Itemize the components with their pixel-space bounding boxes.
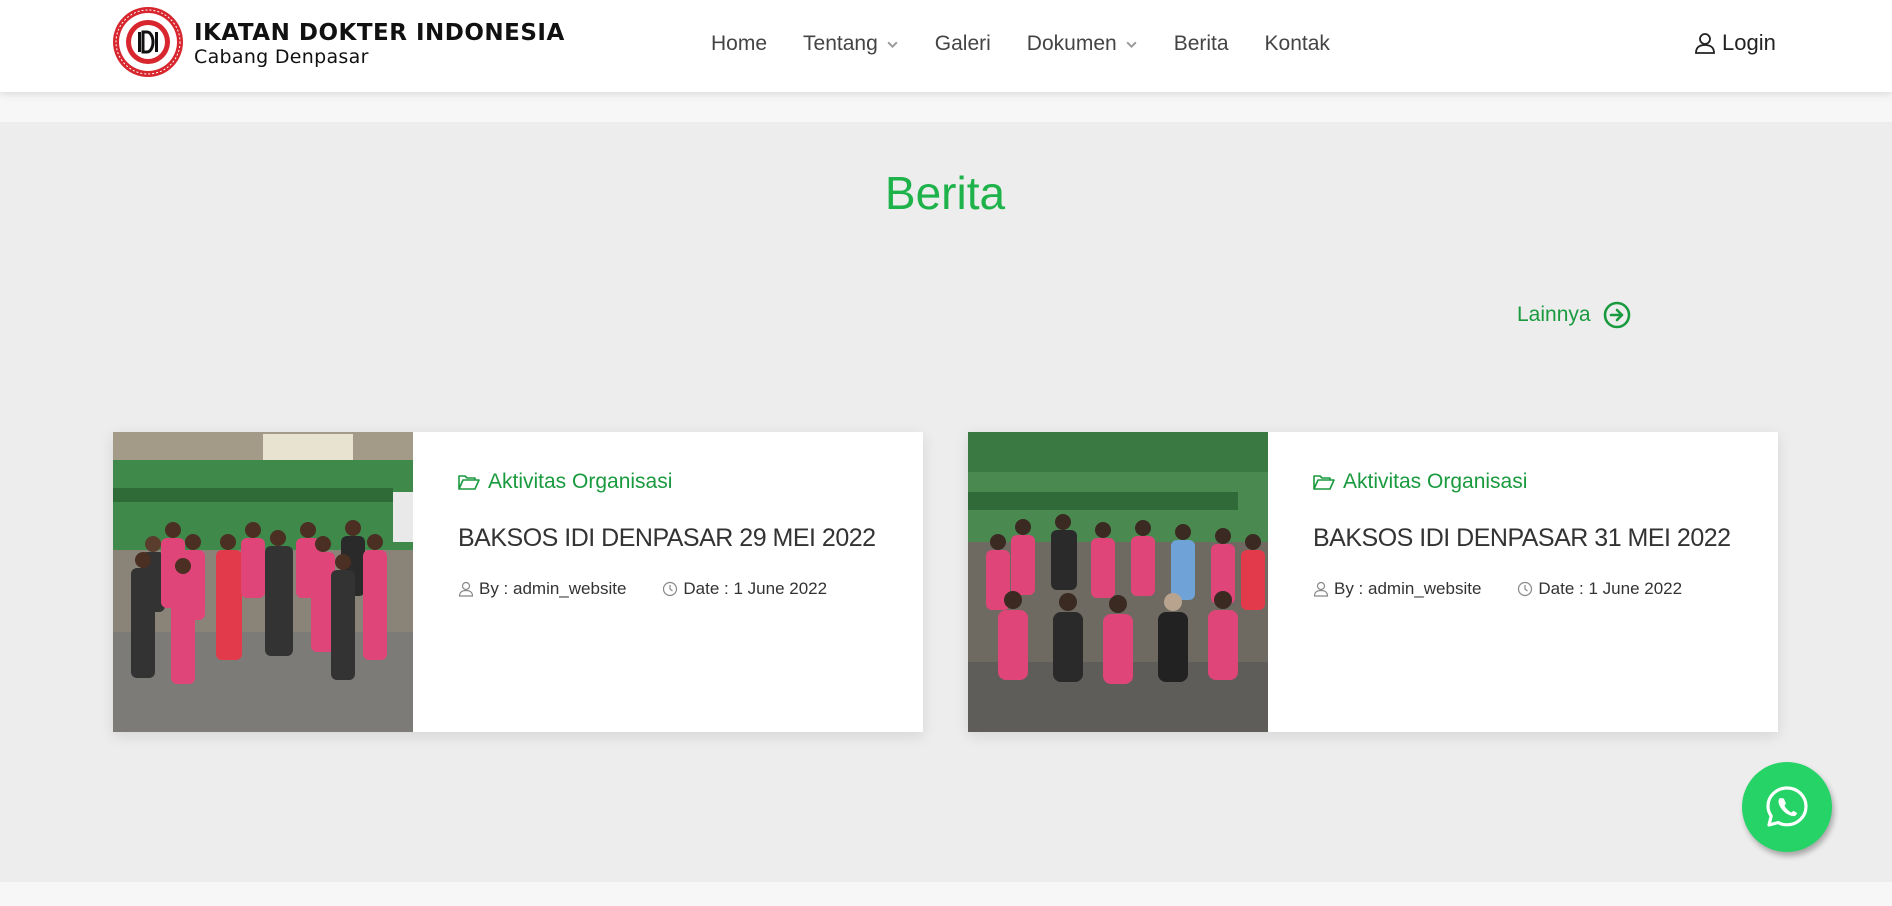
news-thumbnail-image[interactable] — [113, 432, 413, 732]
chevron-down-icon — [887, 41, 898, 48]
login-label: Login — [1722, 30, 1776, 55]
main-nav: Home Tentang Galeri Dokumen Berita Konta… — [711, 30, 1330, 58]
user-icon — [1313, 581, 1329, 597]
post-title[interactable]: BAKSOS IDI DENPASAR 29 MEI 2022 — [458, 524, 876, 553]
post-author: By : admin_website — [458, 579, 626, 599]
post-author-text: By : admin_website — [479, 579, 627, 598]
nav-item-galeri[interactable]: Galeri — [935, 32, 991, 56]
news-card[interactable]: Aktivitas Organisasi BAKSOS IDI DENPASAR… — [113, 432, 923, 732]
news-card[interactable]: Aktivitas Organisasi BAKSOS IDI DENPASAR… — [968, 432, 1778, 732]
nav-item-dokumen[interactable]: Dokumen — [1027, 32, 1138, 56]
post-author-text: By : admin_website — [1334, 579, 1482, 598]
post-category-link[interactable]: Aktivitas Organisasi — [1313, 470, 1731, 494]
nav-item-home[interactable]: Home — [711, 32, 767, 56]
nav-item-label: Kontak — [1264, 32, 1330, 55]
folder-open-icon — [1313, 475, 1335, 490]
news-card-body: Aktivitas Organisasi BAKSOS IDI DENPASAR… — [1268, 432, 1731, 732]
folder-open-icon — [458, 475, 480, 490]
post-title[interactable]: BAKSOS IDI DENPASAR 31 MEI 2022 — [1313, 524, 1731, 553]
user-icon — [1695, 33, 1715, 54]
nav-item-label: Galeri — [934, 32, 991, 55]
nav-item-label: Home — [711, 32, 768, 55]
post-date: Date : 1 June 2022 — [1517, 579, 1682, 599]
post-category-link[interactable]: Aktivitas Organisasi — [458, 470, 876, 494]
nav-item-tentang[interactable]: Tentang — [803, 32, 899, 56]
post-date-text: Date : 1 June 2022 — [1538, 579, 1683, 598]
chevron-down-icon — [1126, 41, 1137, 48]
post-meta: By : admin_website Date : 1 June 2022 — [1313, 579, 1731, 599]
clock-icon — [663, 581, 678, 597]
brand-block[interactable]: IKATAN DOKTER INDONESIA Cabang Denpasar — [194, 20, 565, 68]
post-author: By : admin_website — [1313, 579, 1481, 599]
more-label: Lainnya — [1517, 303, 1591, 326]
arrow-circle-right-icon — [1603, 301, 1630, 329]
whatsapp-icon — [1766, 786, 1808, 827]
section-title: Berita — [884, 167, 1006, 219]
brand-title: IKATAN DOKTER INDONESIA — [194, 20, 565, 46]
user-icon — [458, 581, 474, 597]
login-button[interactable]: Login — [1694, 30, 1776, 56]
post-date: Date : 1 June 2022 — [662, 579, 827, 599]
post-date-text: Date : 1 June 2022 — [683, 579, 828, 598]
nav-item-label: Tentang — [803, 32, 878, 55]
clock-icon — [1518, 581, 1533, 597]
whatsapp-button[interactable] — [1742, 762, 1832, 852]
nav-item-label: Berita — [1173, 32, 1229, 55]
site-header: IKATAN DOKTER INDONESIA Cabang Denpasar … — [0, 0, 1892, 92]
post-meta: By : admin_website Date : 1 June 2022 — [458, 579, 876, 599]
news-thumbnail-image[interactable] — [968, 432, 1268, 732]
brand-subtitle: Cabang Denpasar — [194, 46, 369, 68]
post-category: Aktivitas Organisasi — [488, 470, 673, 493]
nav-item-label: Dokumen — [1026, 32, 1117, 55]
nav-item-berita[interactable]: Berita — [1174, 32, 1229, 56]
idi-logo[interactable] — [112, 6, 184, 78]
nav-item-kontak[interactable]: Kontak — [1265, 32, 1330, 56]
news-card-body: Aktivitas Organisasi BAKSOS IDI DENPASAR… — [413, 432, 876, 732]
more-news-link[interactable]: Lainnya — [1517, 301, 1631, 329]
post-category: Aktivitas Organisasi — [1343, 470, 1528, 493]
